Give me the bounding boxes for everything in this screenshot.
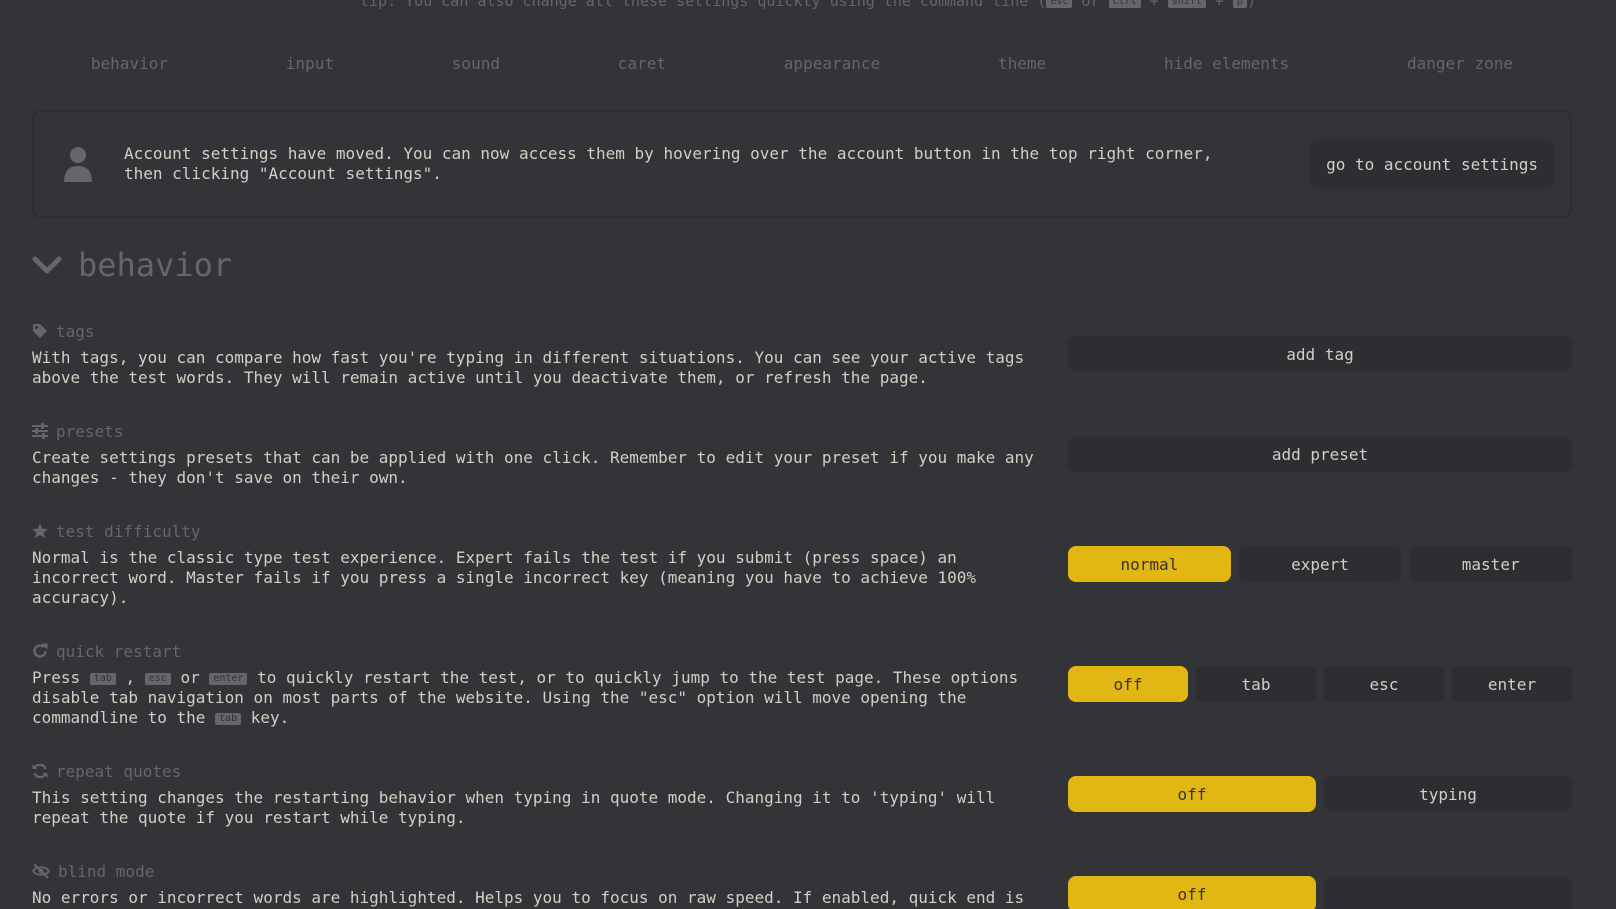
- setting-presets: presets Create settings presets that can…: [32, 420, 1572, 488]
- kbd-enter: enter: [209, 672, 248, 685]
- difficulty-master-button[interactable]: master: [1409, 546, 1573, 582]
- tag-icon: [33, 324, 47, 338]
- setting-description: With tags, you can compare how fast you'…: [32, 348, 1025, 387]
- kbd-ctrl: ctrl: [1108, 0, 1141, 8]
- tip-text: tip: You can also change all these setti…: [360, 0, 1047, 10]
- setting-tags: tags With tags, you can compare how fast…: [32, 320, 1572, 388]
- nav-hide-elements[interactable]: hide elements: [1156, 50, 1297, 77]
- setting-buttons: off: [1068, 876, 1572, 909]
- desc-text: Press: [32, 668, 90, 687]
- add-preset-button[interactable]: add preset: [1068, 436, 1572, 472]
- setting-buttons: off typing: [1068, 776, 1572, 812]
- setting-description: No errors or incorrect words are highlig…: [32, 888, 1025, 907]
- quick-restart-tab-button[interactable]: tab: [1196, 666, 1316, 702]
- nav-input[interactable]: input: [278, 50, 342, 77]
- quick-restart-enter-button[interactable]: enter: [1452, 666, 1572, 702]
- setting-buttons: off tab esc enter: [1068, 666, 1572, 702]
- account-settings-notice: Account settings have moved. You can now…: [32, 110, 1572, 218]
- kbd-esc: esc: [144, 672, 171, 685]
- difficulty-normal-button[interactable]: normal: [1068, 546, 1231, 582]
- kbd-tab: tab: [215, 712, 242, 725]
- sync-icon: [32, 763, 48, 779]
- tip-or: or: [1072, 0, 1109, 10]
- nav-sound[interactable]: sound: [444, 50, 508, 77]
- kbd-shift: shift: [1167, 0, 1206, 8]
- kbd-esc: esc: [1046, 0, 1073, 8]
- kbd-tab: tab: [89, 672, 116, 685]
- setting-quick-restart: quick restart Press tab , esc or enter t…: [32, 640, 1572, 728]
- go-to-account-settings-button[interactable]: go to account settings: [1310, 139, 1554, 189]
- nav-danger-zone[interactable]: danger zone: [1399, 50, 1521, 77]
- chevron-down-icon: [32, 256, 62, 274]
- setting-test-difficulty: test difficulty Normal is the classic ty…: [32, 520, 1573, 608]
- desc-text: or: [170, 668, 210, 687]
- setting-title-label: repeat quotes: [56, 761, 182, 781]
- setting-title-label: presets: [56, 421, 124, 441]
- setting-buttons: normal expert master: [1068, 546, 1573, 582]
- quick-restart-esc-button[interactable]: esc: [1324, 666, 1444, 702]
- setting-title-label: blind mode: [58, 861, 155, 881]
- eye-slash-icon: [32, 863, 50, 879]
- blind-mode-on-button[interactable]: [1324, 876, 1572, 909]
- section-header-behavior[interactable]: behavior: [32, 246, 232, 284]
- tip-plus: +: [1205, 0, 1233, 10]
- setting-title: test difficulty: [32, 520, 1572, 542]
- setting-blind-mode: blind mode No errors or incorrect words …: [32, 860, 1572, 909]
- settings-section-nav: behavior input sound caret appearance th…: [32, 50, 1572, 77]
- tip-plus: +: [1140, 0, 1168, 10]
- user-icon: [64, 147, 92, 182]
- section-title: behavior: [78, 246, 233, 284]
- setting-description: Normal is the classic type test experien…: [32, 548, 977, 607]
- difficulty-expert-button[interactable]: expert: [1238, 546, 1402, 582]
- settings-page: tip: You can also change all these setti…: [0, 0, 1616, 909]
- star-icon: [32, 523, 48, 538]
- redo-icon: [33, 643, 48, 658]
- setting-title-label: tags: [56, 321, 95, 341]
- sliders-icon: [32, 423, 48, 439]
- nav-appearance[interactable]: appearance: [776, 50, 888, 77]
- setting-buttons: add tag: [1068, 336, 1572, 372]
- desc-text: key.: [241, 708, 290, 727]
- setting-description: This setting changes the restarting beha…: [32, 788, 996, 827]
- desc-text: ,: [115, 668, 145, 687]
- command-line-tip: tip: You can also change all these setti…: [0, 0, 1616, 10]
- setting-description: Press tab , esc or enter to quickly rest…: [32, 668, 1042, 728]
- quick-restart-off-button[interactable]: off: [1068, 666, 1188, 702]
- setting-repeat-quotes: repeat quotes This setting changes the r…: [32, 760, 1572, 828]
- repeat-quotes-off-button[interactable]: off: [1068, 776, 1316, 812]
- setting-buttons: add preset: [1068, 436, 1572, 472]
- blind-mode-off-button[interactable]: off: [1068, 876, 1316, 909]
- notice-message: Account settings have moved. You can now…: [124, 144, 1213, 183]
- setting-title-label: quick restart: [56, 641, 182, 661]
- nav-caret[interactable]: caret: [610, 50, 674, 77]
- kbd-p: p: [1232, 0, 1247, 8]
- repeat-quotes-typing-button[interactable]: typing: [1324, 776, 1572, 812]
- nav-theme[interactable]: theme: [990, 50, 1054, 77]
- nav-behavior[interactable]: behavior: [83, 50, 176, 77]
- setting-description: Create settings presets that can be appl…: [32, 448, 1034, 487]
- setting-title-label: test difficulty: [56, 521, 201, 541]
- setting-title: quick restart: [32, 640, 1572, 662]
- add-tag-button[interactable]: add tag: [1068, 336, 1572, 372]
- tip-suffix: ): [1246, 0, 1256, 10]
